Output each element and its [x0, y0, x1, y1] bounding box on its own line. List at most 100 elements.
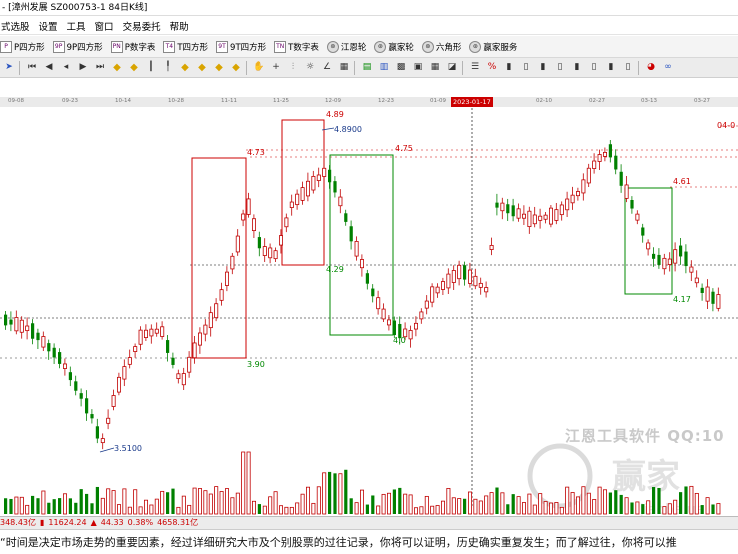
date-tick: 12-23: [378, 98, 394, 104]
infinity-icon[interactable]: ∞: [661, 61, 675, 75]
prev-bar-icon[interactable]: ◀: [42, 61, 56, 75]
volume-bar: [127, 506, 132, 515]
volume-bar: [333, 473, 337, 514]
diamond-tool-1-icon[interactable]: ◆: [110, 61, 124, 75]
candle-body: [289, 201, 294, 208]
hand-icon[interactable]: ✋: [252, 61, 266, 75]
menu-item-tools[interactable]: 工具: [67, 19, 86, 33]
first-bar-icon[interactable]: ⏮: [25, 61, 39, 75]
tool-gann-wheel[interactable]: ⊛ 江恩轮: [326, 40, 366, 53]
chart-window-6-icon[interactable]: ◪: [445, 61, 459, 75]
date-tick: 10-14: [115, 98, 131, 104]
candle-body: [538, 215, 543, 221]
tool-9p-square[interactable]: 9P 9P四方形: [52, 40, 103, 53]
candle-body: [36, 332, 40, 341]
candle-body: [440, 281, 445, 290]
diamond-tool-3-icon[interactable]: ◆: [178, 61, 192, 75]
chart-window-5-icon[interactable]: ▦: [428, 61, 442, 75]
list-icon[interactable]: ☰: [468, 61, 482, 75]
diamond-tool-4-icon[interactable]: ◆: [195, 61, 209, 75]
fan-icon[interactable]: ☼: [303, 61, 317, 75]
candle-body: [716, 294, 721, 309]
tool-t-number-table[interactable]: TN T数字表: [274, 40, 319, 53]
volume-bar: [344, 469, 348, 514]
menu-item-settings[interactable]: 设置: [39, 19, 58, 33]
percent-icon[interactable]: %: [485, 61, 499, 75]
volume-bar: [311, 502, 316, 515]
tool-winner-wheel[interactable]: ⊛ 赢家轮: [374, 40, 414, 53]
menu-item-window[interactable]: 窗口: [95, 19, 114, 33]
volume-bar: [641, 504, 645, 514]
bar-f-icon[interactable]: ▯: [587, 61, 601, 75]
volume-bar: [95, 486, 99, 514]
menu-item-stock-picker[interactable]: 式选股: [1, 19, 30, 33]
last-bar-icon[interactable]: ⏭: [93, 61, 107, 75]
diamond-tool-6-icon[interactable]: ◆: [229, 61, 243, 75]
candle-body: [641, 227, 645, 236]
volume-bar: [149, 504, 154, 515]
gann-tools-toolbar: P P四方形 9P 9P四方形 PN P数字表 T4 T四方形 9T 9T四方形 TN T数…: [0, 36, 738, 58]
left-arrow-icon[interactable]: ◂: [59, 61, 73, 75]
chart-window-4-icon[interactable]: ▣: [411, 61, 425, 75]
diamond-tool-2-icon[interactable]: ◆: [127, 61, 141, 75]
bar-b-icon[interactable]: ▯: [519, 61, 533, 75]
bars-tool-icon[interactable]: ┃: [144, 61, 158, 75]
candle-body: [473, 275, 478, 287]
candle-tool-icon[interactable]: ╿: [161, 61, 175, 75]
chart-window-2-icon[interactable]: ▥: [377, 61, 391, 75]
vertical-line-icon[interactable]: ⫶: [286, 61, 300, 75]
volume-bar: [484, 495, 489, 515]
diamond-tool-5-icon[interactable]: ◆: [212, 61, 226, 75]
volume-bar: [354, 502, 359, 515]
status-up-arrow-icon: ▲: [90, 518, 97, 527]
volume-bar: [278, 505, 283, 515]
chart-window-1-icon[interactable]: ▤: [360, 61, 374, 75]
drawing-toolbar: ➤ ⏮ ◀ ◂ ▶ ⏭ ◆ ◆ ┃ ╿ ◆ ◆ ◆ ◆ ✋ + ⫶ ☼ ∠ ▦ …: [0, 58, 738, 78]
candle-body: [554, 209, 559, 221]
candle-body: [149, 328, 154, 337]
tool-winner-service[interactable]: ⊛ 赢家服务: [469, 40, 517, 53]
crosshair-icon[interactable]: +: [269, 61, 283, 75]
bar-c-icon[interactable]: ▮: [536, 61, 550, 75]
color-wheel-icon[interactable]: ◕: [644, 61, 658, 75]
candle-body: [614, 155, 618, 170]
bar-e-icon[interactable]: ▮: [570, 61, 584, 75]
candle-body: [381, 308, 386, 320]
bar-h-icon[interactable]: ▯: [621, 61, 635, 75]
candle-body: [365, 273, 369, 284]
next-bar-icon[interactable]: ▶: [76, 61, 90, 75]
tool-p-square[interactable]: P P四方形: [0, 40, 45, 53]
volume-bar: [171, 488, 175, 514]
candle-body: [451, 270, 456, 283]
menu-item-trading[interactable]: 交易委托: [123, 19, 161, 33]
price-label: 04-0: [717, 121, 735, 130]
tool-label: P四方形: [14, 42, 45, 53]
volume-bar: [208, 493, 213, 515]
volume-bar: [495, 487, 499, 514]
candle-body: [667, 258, 672, 265]
tool-hexagon[interactable]: ⊛ 六角形: [421, 40, 461, 53]
price-label: 4.89: [326, 110, 344, 119]
candle-body: [435, 286, 440, 294]
cursor-arrow-icon[interactable]: ➤: [2, 61, 16, 75]
menu-item-help[interactable]: 帮助: [170, 19, 189, 33]
bar-a-icon[interactable]: ▮: [502, 61, 516, 75]
angle-icon[interactable]: ∠: [320, 61, 334, 75]
candle-body: [262, 246, 267, 256]
bar-d-icon[interactable]: ▯: [553, 61, 567, 75]
volume-bar: [203, 490, 208, 515]
grid-icon[interactable]: ▦: [337, 61, 351, 75]
volume-bar: [506, 504, 510, 514]
tool-p-number-table[interactable]: PN P数字表: [110, 40, 155, 53]
candle-body: [608, 144, 612, 158]
tool-t-square[interactable]: T4 T四方形: [163, 40, 208, 53]
tool-9t-square[interactable]: 9T 9T四方形: [216, 40, 266, 53]
chart-window-3-icon[interactable]: ▩: [394, 61, 408, 75]
candle-body: [619, 171, 623, 186]
bar-g-icon[interactable]: ▮: [604, 61, 618, 75]
volume-bar: [106, 488, 111, 515]
volume-bar: [257, 504, 261, 514]
volume-bar: [597, 486, 602, 515]
candle-body: [79, 393, 83, 399]
volume-bar: [371, 495, 375, 514]
